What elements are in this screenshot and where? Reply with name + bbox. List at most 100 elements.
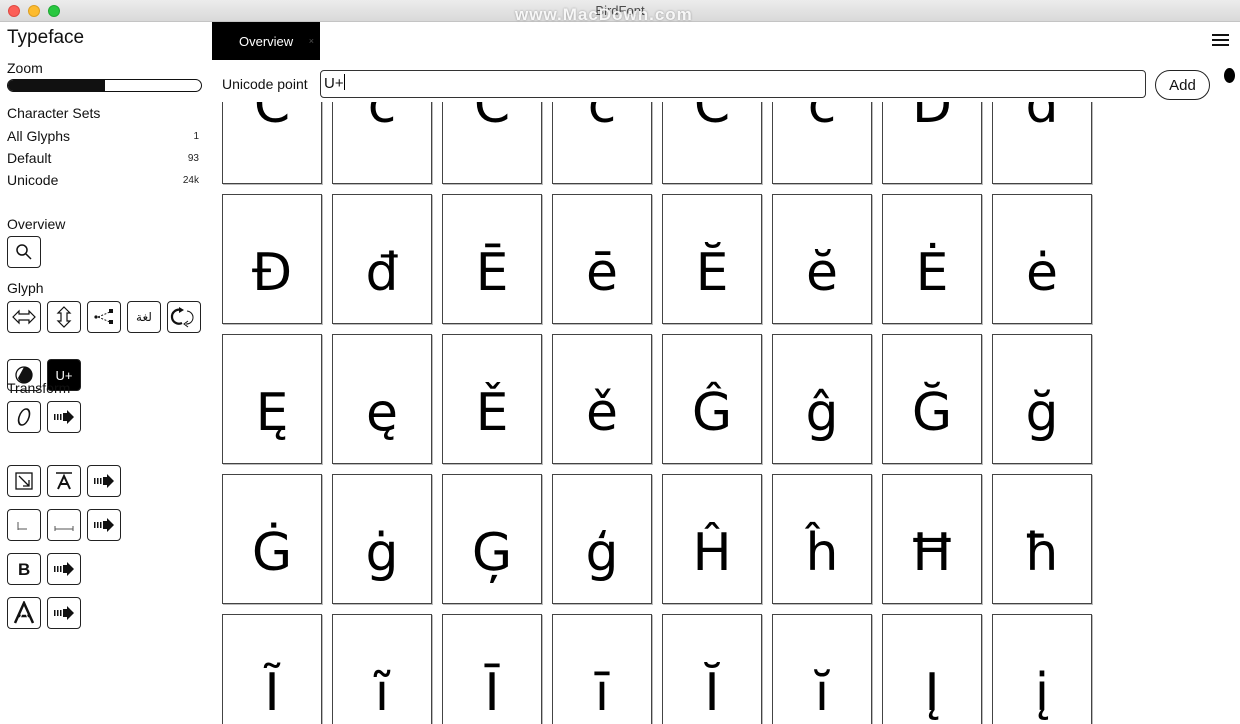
glyph-cell[interactable]: ę	[332, 334, 432, 464]
stroke-transform-button[interactable]	[47, 465, 81, 497]
glyph-cell[interactable]: ħ	[992, 474, 1092, 604]
resize-transform-button[interactable]	[7, 465, 41, 497]
glyph-character: d	[1025, 102, 1059, 135]
glyph-cell[interactable]: Ī	[442, 614, 542, 724]
add-glyph-button[interactable]: Add	[1155, 70, 1210, 100]
svg-text:B: B	[18, 560, 30, 579]
glyph-character: Ę	[255, 383, 289, 443]
zoom-slider-fill	[8, 80, 105, 91]
bold-transform-button[interactable]: B	[7, 553, 41, 585]
glyph-cell[interactable]: į	[992, 614, 1092, 724]
glyph-cell[interactable]: ğ	[992, 334, 1092, 464]
horizontal-arrows-icon	[12, 309, 36, 325]
text-caret	[343, 74, 345, 90]
glyph-cell[interactable]: ě	[552, 334, 652, 464]
glyph-cell[interactable]: ī	[552, 614, 652, 724]
glyph-character: C	[693, 102, 731, 135]
glyph-cell[interactable]: Į	[882, 614, 982, 724]
glyph-cell[interactable]: Đ	[222, 194, 322, 324]
glyph-cell[interactable]: C	[222, 102, 322, 184]
tab-label: Overview	[239, 33, 294, 49]
apply-bearing-button[interactable]	[87, 509, 121, 541]
tab-overview[interactable]: Overview ×	[212, 22, 320, 60]
apply-arrow-icon	[94, 518, 114, 532]
glyph-cell[interactable]: c	[552, 102, 652, 184]
glyph-cell[interactable]: đ	[332, 194, 432, 324]
glyph-cell[interactable]: ė	[992, 194, 1092, 324]
glyph-character: C	[253, 102, 291, 135]
glyph-character: ĭ	[814, 663, 830, 723]
character-set-label: Unicode	[7, 172, 59, 188]
title-bar: BirdFont www.MacDown.com	[0, 0, 1240, 24]
glyph-cell[interactable]: ē	[552, 194, 652, 324]
resize-icon	[15, 472, 33, 490]
glyph-cell[interactable]: Ģ	[442, 474, 542, 604]
tab-close-icon[interactable]: ×	[309, 36, 314, 46]
letter-a-overline-icon	[56, 472, 72, 490]
italic-transform-button[interactable]	[7, 401, 41, 433]
glyph-cell[interactable]: Ĥ	[662, 474, 762, 604]
glyph-cell[interactable]: Ě	[442, 334, 542, 464]
glyph-cell[interactable]: Ė	[882, 194, 982, 324]
ligature-label: لغة	[136, 310, 152, 324]
apply-arrow-icon	[54, 410, 74, 424]
glyph-character: ħ	[1023, 523, 1061, 583]
glyph-cell[interactable]: ĥ	[772, 474, 872, 604]
vertical-metrics-button[interactable]	[47, 301, 81, 333]
apply-outline-button[interactable]	[47, 597, 81, 629]
glyph-cell[interactable]: c	[332, 102, 432, 184]
glyph-character: Ħ	[908, 523, 956, 583]
glyph-cell[interactable]: Ę	[222, 334, 322, 464]
glyph-cell[interactable]: ĩ	[332, 614, 432, 724]
glyph-cell[interactable]: Ĩ	[222, 614, 322, 724]
glyph-character: į	[1034, 663, 1050, 723]
glyph-grid: Cc Cc Cc Dd Đđ Ēē Ĕĕ Ėė Ęę Ěě Ĝĝ Ğğ Ġġ Ģģ Ĥĥ Ħħ Ĩĩ Īī Ĭĭ Įį	[222, 102, 1092, 724]
character-set-all-glyphs[interactable]: All Glyphs 1	[7, 128, 199, 144]
glyph-cell[interactable]: ĕ	[772, 194, 872, 324]
hamburger-menu-icon[interactable]	[1212, 34, 1229, 48]
glyph-cell[interactable]: Ħ	[882, 474, 982, 604]
glyph-cell[interactable]: Ē	[442, 194, 542, 324]
italic-o-icon	[17, 408, 31, 426]
undo-redo-button[interactable]	[167, 301, 201, 333]
apply-italic-button[interactable]	[47, 401, 81, 433]
ligature-button[interactable]: لغة	[127, 301, 161, 333]
glyph-cell[interactable]: ĝ	[772, 334, 872, 464]
glyph-cell[interactable]: ģ	[552, 474, 652, 604]
outline-transform-button[interactable]	[7, 597, 41, 629]
left-bearing-button[interactable]	[7, 509, 41, 541]
glyph-cell[interactable]: C	[662, 102, 762, 184]
glyph-character: Đ	[251, 243, 293, 303]
rotate-arrows-icon	[170, 307, 194, 328]
outline-a-icon	[13, 601, 35, 624]
insert-glyph-button[interactable]	[7, 301, 41, 333]
glyph-cell[interactable]: d	[992, 102, 1092, 184]
glyph-cell[interactable]: c	[772, 102, 872, 184]
unicode-point-input[interactable]: U+	[320, 70, 1146, 98]
glyph-character: ğ	[1025, 383, 1059, 443]
glyph-character: Ĥ	[692, 523, 732, 583]
glyph-character: đ	[365, 243, 399, 303]
scrollbar-handle[interactable]	[1224, 68, 1235, 83]
glyph-cell[interactable]: Ĕ	[662, 194, 762, 324]
glyph-cell[interactable]: D	[882, 102, 982, 184]
glyph-cell[interactable]: Ĝ	[662, 334, 762, 464]
glyph-cell[interactable]: Ĭ	[662, 614, 762, 724]
apply-transform-button[interactable]	[87, 465, 121, 497]
width-bearing-button[interactable]	[47, 509, 81, 541]
bold-icon: B	[18, 560, 30, 579]
search-glyph-button[interactable]	[7, 236, 41, 268]
character-set-default[interactable]: Default 93	[7, 150, 199, 166]
glyph-cell[interactable]: C	[442, 102, 542, 184]
zoom-slider[interactable]	[7, 79, 202, 92]
glyph-cell[interactable]: Ġ	[222, 474, 322, 604]
character-set-unicode[interactable]: Unicode 24k	[7, 172, 199, 188]
apply-bold-button[interactable]	[47, 553, 81, 585]
glyph-character: Ĝ	[691, 383, 733, 443]
spacing-tab-button[interactable]	[87, 301, 121, 333]
glyph-cell[interactable]: ĭ	[772, 614, 872, 724]
glyph-character: ě	[586, 383, 618, 443]
sidebar: Typeface Zoom Character Sets All Glyphs …	[0, 22, 212, 724]
glyph-cell[interactable]: Ğ	[882, 334, 982, 464]
glyph-cell[interactable]: ġ	[332, 474, 432, 604]
